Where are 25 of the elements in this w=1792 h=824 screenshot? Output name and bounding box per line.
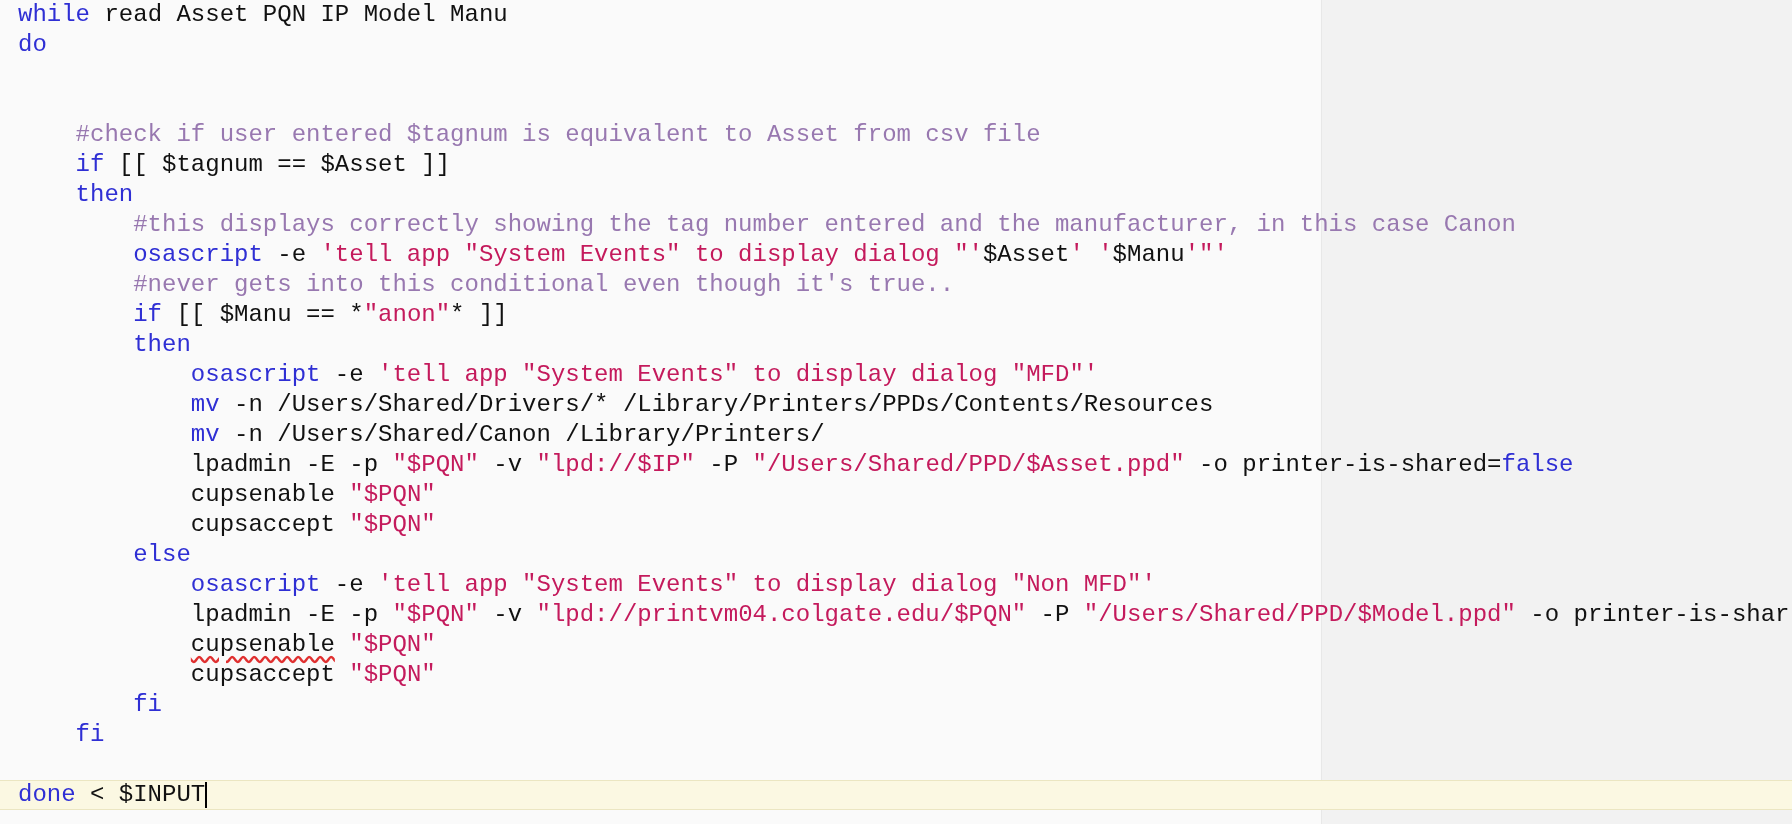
code-line: mv -n /Users/Shared/Drivers/* /Library/Printers/PPDs/Contents/Resources	[189, 390, 1215, 420]
code-line: else	[132, 540, 192, 570]
code-line: osascript -e 'tell app "System Events" to display dialog "MFD"'	[189, 360, 1100, 390]
code-line: cupsenable "$PQN"	[189, 480, 437, 510]
text-cursor	[205, 781, 208, 808]
code-line: cupsenable "$PQN"	[189, 630, 437, 660]
code-line: #check if user entered $tagnum is equivalent to Asset from csv file	[74, 120, 1042, 150]
code-line: #this displays correctly showing the tag number entered and the manufacturer, in this case Canon	[132, 210, 1517, 240]
code-line: mv -n /Users/Shared/Canon /Library/Printers/	[189, 420, 826, 450]
code-line: if [[ $Manu == *"anon"* ]]	[132, 300, 509, 330]
code-line: cupsaccept "$PQN"	[189, 510, 437, 540]
code-line: fi	[74, 720, 106, 750]
code-line: then	[74, 180, 135, 210]
code-line: lpadmin -E -p "$PQN" -v "lpd://printvm04.colgate.edu/$PQN" -P "/Users/Shared/PPD/$Model.ppd" -o printer-is-shar	[189, 600, 1791, 630]
code-line: osascript -e 'tell app "System Events" to display dialog "'$Asset' '$Manu'"'	[132, 240, 1229, 270]
code-line: cupsaccept "$PQN"	[189, 660, 437, 690]
code-line: then	[132, 330, 192, 360]
code-line: fi	[132, 690, 164, 720]
code-line: lpadmin -E -p "$PQN" -v "lpd://$IP" -P "/Users/Shared/PPD/$Asset.ppd" -o printer-is-shared=false	[189, 450, 1575, 480]
code-line: osascript -e 'tell app "System Events" to display dialog "Non MFD"'	[189, 570, 1157, 600]
code-line: do	[17, 30, 48, 60]
code-line: #never gets into this conditional even though it's true..	[132, 270, 956, 300]
code-line: if [[ $tagnum == $Asset ]]	[74, 150, 452, 180]
code-editor[interactable]	[0, 0, 1792, 824]
code-line: while read Asset PQN IP Model Manu	[17, 0, 509, 30]
